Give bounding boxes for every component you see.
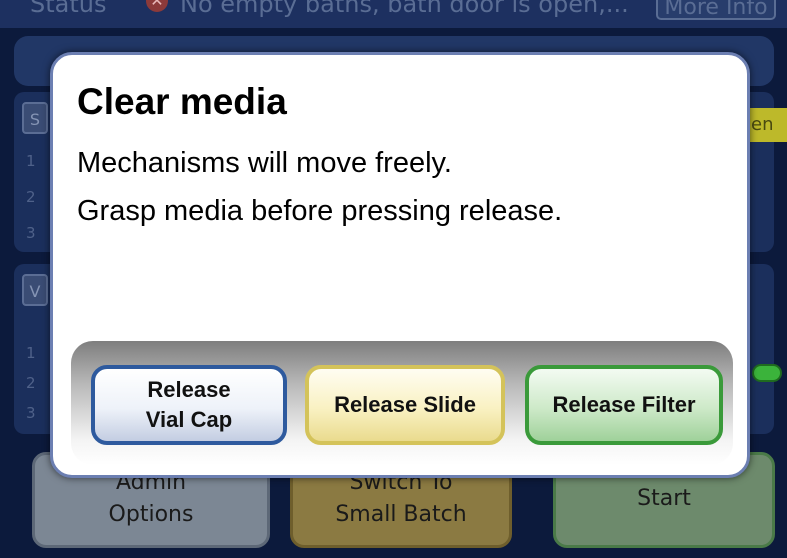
- release-vial-cap-line2: Vial Cap: [145, 407, 233, 432]
- release-vial-cap-button[interactable]: Release Vial Cap: [91, 365, 287, 445]
- dialog-title: Clear media: [77, 81, 287, 122]
- panel-tab-slide[interactable]: S: [22, 102, 48, 134]
- status-label: Status: [30, 0, 107, 18]
- error-x-icon: ✕: [146, 0, 168, 12]
- dialog-message-line1: Mechanisms will move freely.: [77, 147, 452, 179]
- status-message: No empty baths, bath door is open,...: [180, 0, 629, 18]
- release-slide-button[interactable]: Release Slide: [305, 365, 505, 445]
- release-vial-cap-line1: Release: [147, 377, 231, 402]
- release-filter-button[interactable]: Release Filter: [525, 365, 723, 445]
- switch-line2: Small Batch: [335, 502, 467, 527]
- row-number: 2: [26, 188, 36, 206]
- more-info-button[interactable]: More Info: [656, 0, 776, 20]
- panel-tab-vial[interactable]: V: [22, 274, 48, 306]
- row-number: 1: [26, 152, 36, 170]
- row-number: 3: [26, 224, 36, 242]
- clear-media-dialog: Clear media Mechanisms will move freely.…: [50, 52, 750, 478]
- dialog-message-line2: Grasp media before pressing release.: [77, 195, 563, 227]
- open-tag[interactable]: en: [745, 108, 787, 142]
- admin-options-line2: Options: [108, 502, 194, 527]
- status-indicator-pill: [752, 364, 782, 382]
- row-number: 1: [26, 344, 36, 362]
- start-label: Start: [637, 486, 691, 511]
- dialog-button-bar: Release Vial Cap Release Slide Release F…: [71, 341, 733, 465]
- status-bar: Status ✕ No empty baths, bath door is op…: [0, 0, 787, 28]
- row-number: 2: [26, 374, 36, 392]
- row-number: 3: [26, 404, 36, 422]
